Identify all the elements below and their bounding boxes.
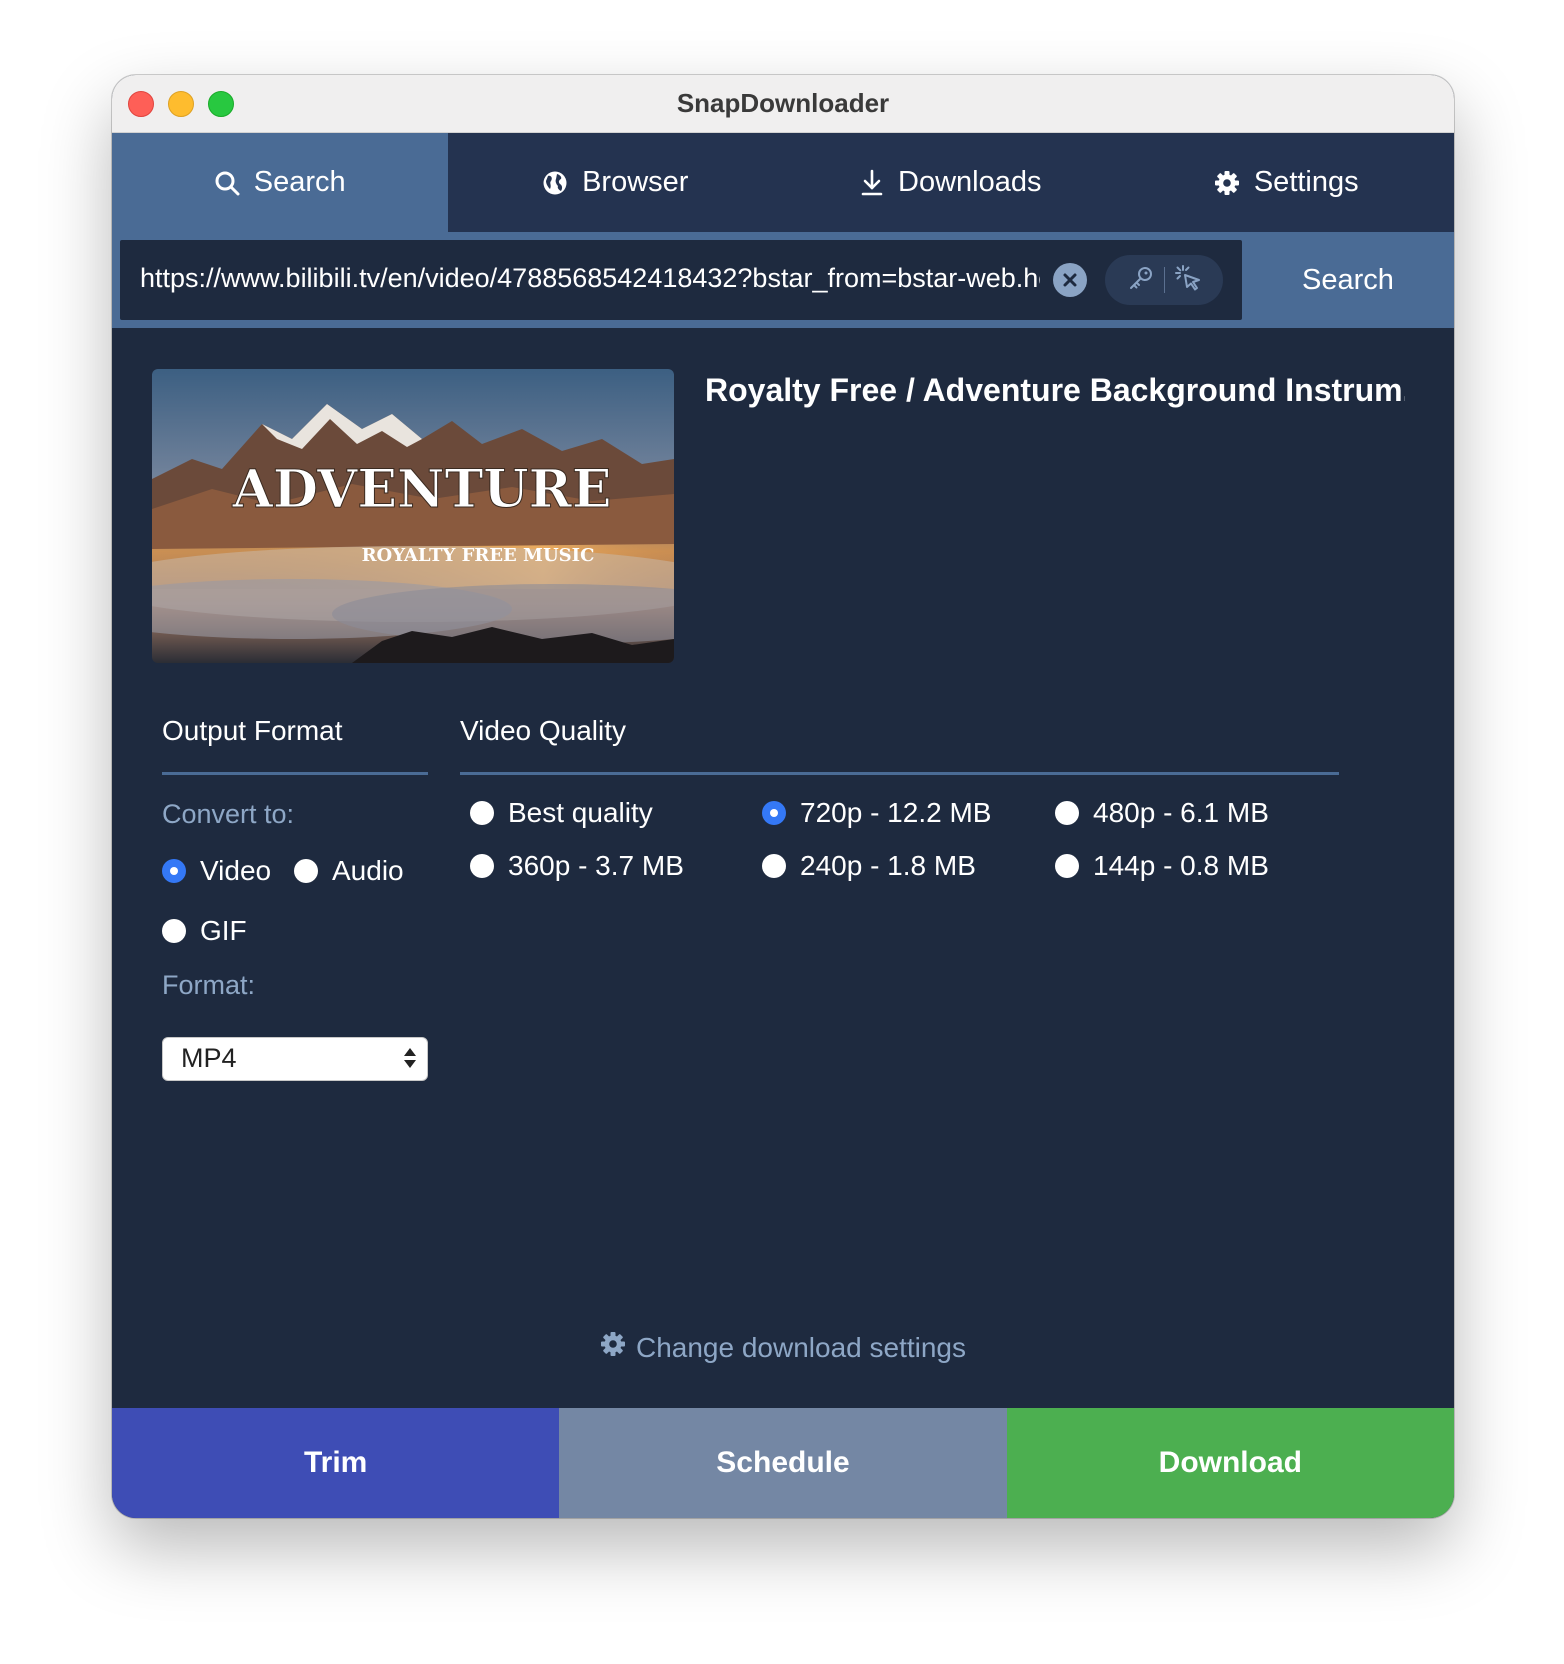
video-thumbnail: ADVENTURE ROYALTY FREE MUSIC: [152, 369, 674, 663]
quality-option-240p[interactable]: 240p - 1.8 MB: [762, 850, 976, 882]
tools-divider: [1163, 267, 1165, 293]
radio-quality-144p[interactable]: [1055, 854, 1079, 878]
window-title: SnapDownloader: [676, 88, 890, 118]
close-icon: [1063, 273, 1077, 287]
settings-gear-icon: [600, 1331, 626, 1364]
cursor-click-icon[interactable]: [1173, 263, 1203, 298]
title-bar: SnapDownloader: [112, 75, 1454, 133]
quality-option-720p[interactable]: 720p - 12.2 MB: [762, 797, 991, 829]
tab-downloads-label: Downloads: [898, 166, 1042, 198]
radio-gif[interactable]: [162, 919, 186, 943]
video-quality-divider: [460, 772, 1339, 775]
quality-480p-label: 480p - 6.1 MB: [1093, 797, 1269, 828]
key-icon[interactable]: [1126, 263, 1156, 298]
radio-quality-360p[interactable]: [470, 854, 494, 878]
quality-360p-label: 360p - 3.7 MB: [508, 850, 684, 881]
main-tabs: Search Browser Downloads Settings: [112, 133, 1454, 232]
convert-audio-option[interactable]: Audio: [294, 855, 404, 887]
tab-browser[interactable]: Browser: [448, 133, 784, 232]
action-bar: Trim Schedule Download: [112, 1408, 1454, 1518]
quality-option-best[interactable]: Best quality: [470, 797, 653, 829]
tab-downloads[interactable]: Downloads: [783, 133, 1119, 232]
gear-icon: [1214, 170, 1240, 196]
radio-quality-240p[interactable]: [762, 854, 786, 878]
radio-quality-480p[interactable]: [1055, 801, 1079, 825]
quality-144p-label: 144p - 0.8 MB: [1093, 850, 1269, 881]
format-label: Format:: [162, 970, 256, 1000]
radio-quality-720p[interactable]: [762, 801, 786, 825]
schedule-button[interactable]: Schedule: [559, 1408, 1007, 1518]
tab-settings-label: Settings: [1253, 166, 1359, 198]
change-download-settings-link[interactable]: Change download settings: [112, 1331, 1454, 1364]
convert-video-label: Video: [200, 855, 272, 886]
quality-720p-label: 720p - 12.2 MB: [800, 797, 992, 828]
url-input[interactable]: https://www.bilibili.tv/en/video/4788568…: [140, 263, 1040, 294]
search-bar: https://www.bilibili.tv/en/video/4788568…: [112, 232, 1454, 328]
tab-settings[interactable]: Settings: [1119, 133, 1455, 232]
tab-search[interactable]: Search: [112, 133, 448, 232]
url-tools: [1105, 255, 1223, 305]
radio-video[interactable]: [162, 859, 186, 883]
select-arrows-icon: [403, 1043, 417, 1078]
tab-browser-label: Browser: [582, 166, 689, 198]
quality-option-144p[interactable]: 144p - 0.8 MB: [1055, 850, 1269, 882]
radio-quality-best[interactable]: [470, 801, 494, 825]
thumbnail-headline: ADVENTURE: [232, 459, 612, 520]
convert-to-label: Convert to:: [162, 799, 295, 829]
download-button[interactable]: Download: [1006, 1408, 1454, 1518]
trim-button[interactable]: Trim: [112, 1408, 560, 1518]
download-icon: [860, 169, 884, 197]
search-button[interactable]: Search: [1242, 232, 1454, 328]
globe-icon: [542, 170, 568, 196]
quality-option-480p[interactable]: 480p - 6.1 MB: [1055, 797, 1269, 829]
search-icon: [214, 170, 240, 196]
app-window: SnapDownloader Search Browser Downloads …: [112, 75, 1454, 1518]
quality-option-360p[interactable]: 360p - 3.7 MB: [470, 850, 684, 882]
thumbnail-subline: ROYALTY FREE MUSIC: [362, 545, 595, 566]
tab-search-label: Search: [253, 166, 346, 198]
convert-gif-option[interactable]: GIF: [162, 915, 247, 947]
format-select[interactable]: MP4: [162, 1037, 428, 1081]
quality-best-label: Best quality: [508, 797, 653, 828]
output-format-heading: Output Format: [162, 715, 343, 746]
convert-audio-label: Audio: [332, 855, 404, 886]
convert-video-option[interactable]: Video: [162, 855, 271, 887]
format-select-value: MP4: [181, 1043, 237, 1073]
convert-gif-label: GIF: [200, 915, 247, 946]
output-format-divider: [162, 772, 428, 775]
change-settings-label: Change download settings: [635, 1331, 966, 1363]
clear-url-button[interactable]: [1053, 263, 1087, 297]
video-quality-heading: Video Quality: [460, 715, 627, 746]
radio-audio[interactable]: [294, 859, 318, 883]
quality-240p-label: 240p - 1.8 MB: [800, 850, 976, 881]
video-title: Royalty Free / Adventure Background Inst…: [705, 372, 1405, 408]
url-input-container: https://www.bilibili.tv/en/video/4788568…: [120, 240, 1242, 320]
